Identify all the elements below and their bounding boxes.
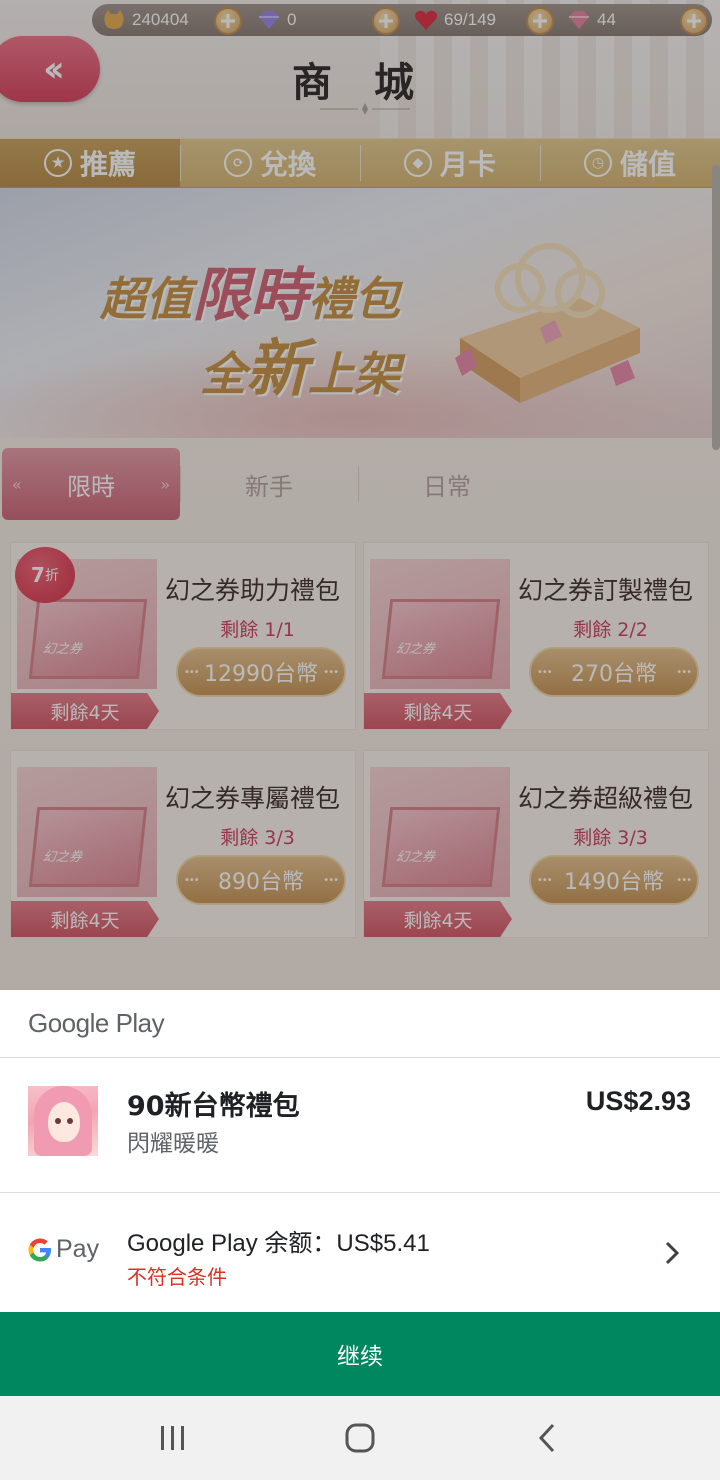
recent-apps-button[interactable] bbox=[143, 1408, 203, 1468]
recent-apps-icon bbox=[161, 1426, 185, 1450]
item-price: US$2.93 bbox=[585, 1086, 691, 1116]
google-g-icon bbox=[28, 1238, 51, 1261]
back-icon bbox=[538, 1423, 554, 1453]
home-button[interactable] bbox=[330, 1408, 390, 1468]
modal-scrim[interactable] bbox=[0, 0, 720, 990]
back-button[interactable] bbox=[517, 1408, 577, 1468]
purchase-sheet: Google Play 90新台幣禮包 閃耀暖暖 US$2.93 Pay Goo… bbox=[0, 990, 720, 1396]
payment-method-row[interactable]: Pay Google Play 余额：US$5.41 不符合条件 bbox=[0, 1193, 720, 1313]
ineligible-warning: 不符合条件 bbox=[127, 1265, 227, 1289]
balance-text: Google Play 余额：US$5.41 bbox=[127, 1230, 430, 1257]
continue-button[interactable]: 继续 bbox=[0, 1312, 720, 1396]
google-pay-logo: Pay bbox=[28, 1235, 99, 1264]
app-icon bbox=[28, 1086, 98, 1156]
item-title: 90新台幣禮包 bbox=[127, 1091, 300, 1122]
purchase-item: 90新台幣禮包 閃耀暖暖 US$2.93 bbox=[0, 1058, 720, 1193]
google-play-logo: Google Play bbox=[28, 1008, 165, 1038]
home-icon bbox=[345, 1423, 375, 1453]
sheet-header: Google Play bbox=[0, 990, 720, 1058]
chevron-right-icon[interactable] bbox=[664, 1240, 680, 1266]
app-name: 閃耀暖暖 bbox=[127, 1131, 219, 1157]
system-nav-bar bbox=[0, 1396, 720, 1480]
